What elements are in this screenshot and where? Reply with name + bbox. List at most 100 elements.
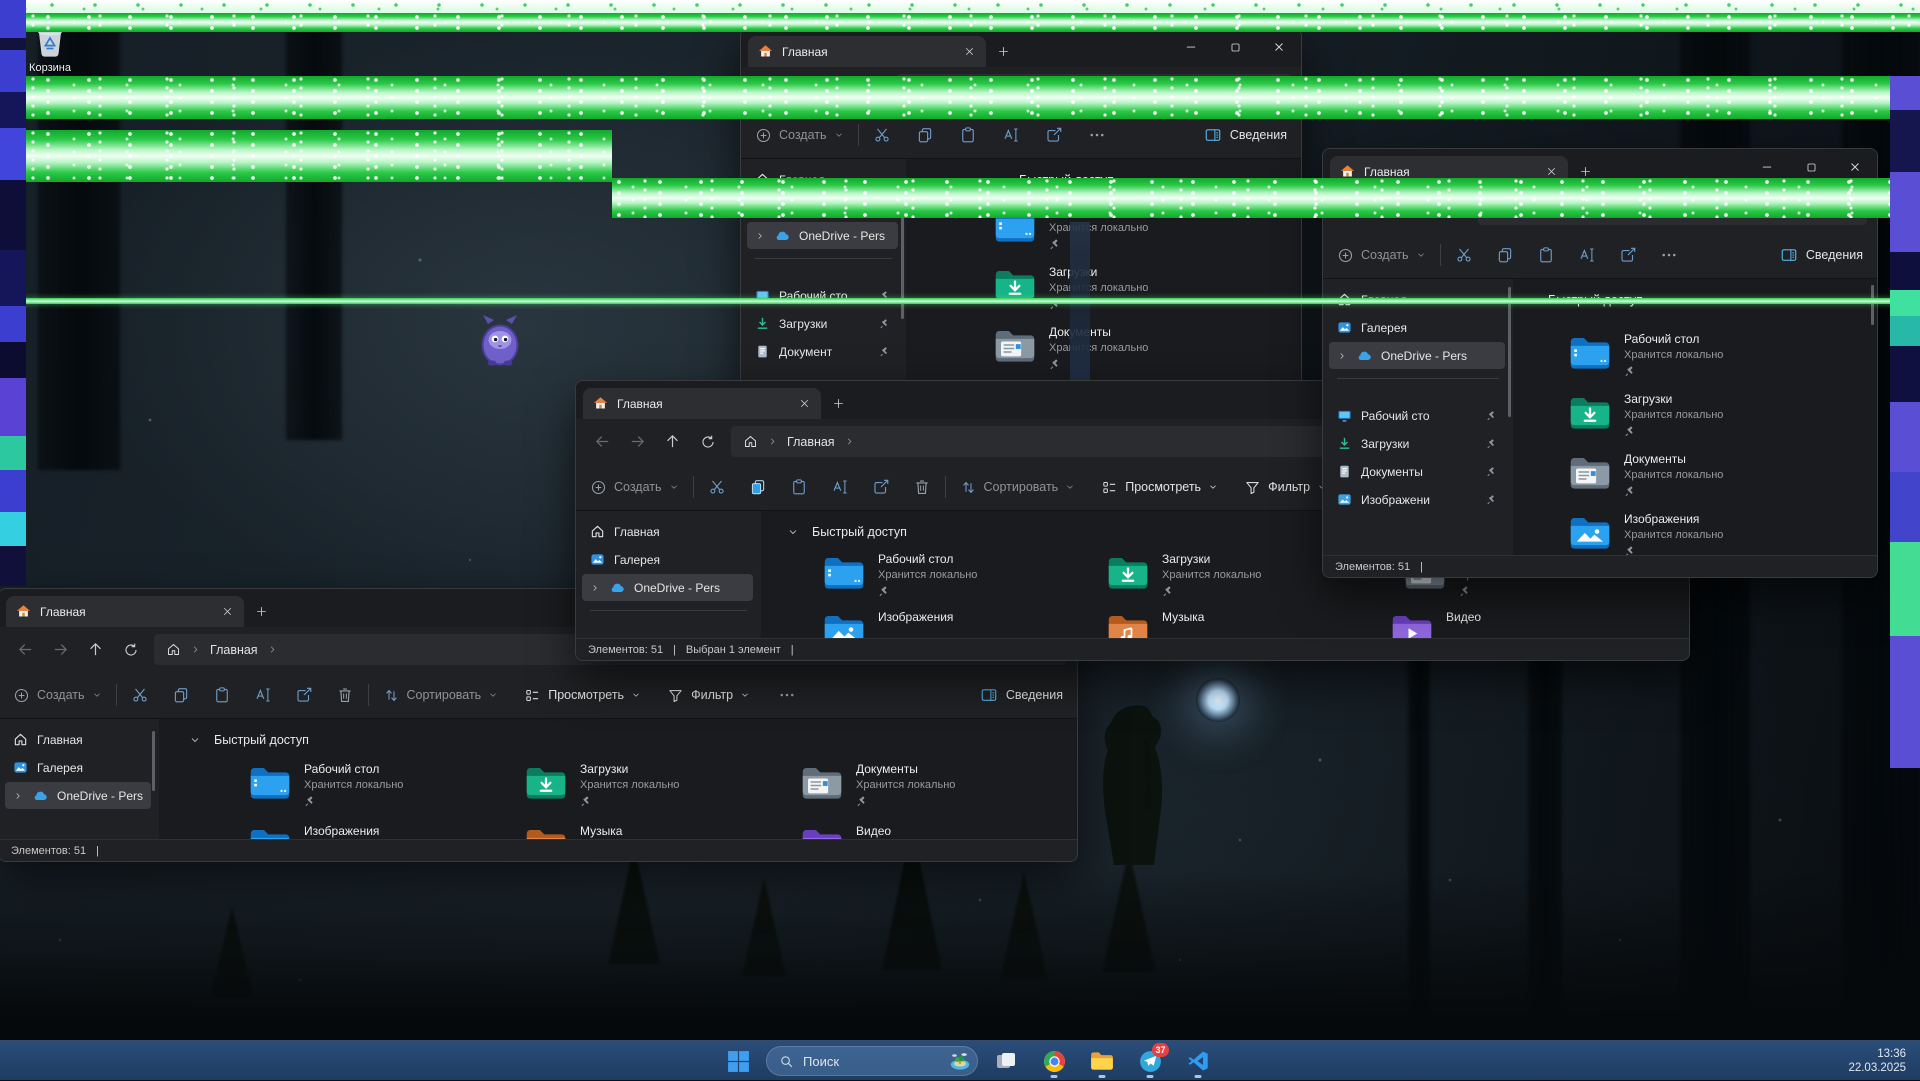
- copy-icon-active[interactable]: [749, 478, 767, 496]
- more-options-icon[interactable]: [1088, 126, 1106, 144]
- quick-access-tile-desktop[interactable]: Рабочий столХранится локально: [994, 204, 1301, 250]
- sidebar-item-onedrive[interactable]: OneDrive - Pers: [747, 222, 898, 249]
- w2-back-button[interactable]: [1333, 193, 1366, 226]
- recycle-bin-desktop-icon[interactable]: Корзина: [20, 24, 80, 74]
- quick-access-tile-music[interactable]: Музыка: [525, 823, 801, 839]
- w3-create-button[interactable]: Создать: [590, 479, 679, 496]
- w2-maximize-button[interactable]: [1789, 149, 1833, 185]
- breadcrumb-segment[interactable]: Главная: [1534, 203, 1582, 217]
- quick-access-tile-images[interactable]: ИзображенияХранится локально: [1569, 511, 1877, 555]
- w3-tab-home[interactable]: Главная: [583, 388, 821, 419]
- quick-access-tile-video[interactable]: Видео: [801, 823, 1077, 839]
- w1-create-button[interactable]: Создать: [755, 127, 844, 144]
- copy-icon[interactable]: [172, 686, 190, 704]
- tab-close-icon[interactable]: [1545, 165, 1558, 178]
- w1-breadcrumb[interactable]: Главная: [896, 74, 1291, 105]
- cut-icon[interactable]: [1455, 246, 1473, 264]
- w2-new-tab-button[interactable]: [1568, 156, 1602, 187]
- quick-access-tile-desktop[interactable]: Рабочий столХранится локально: [823, 551, 1107, 597]
- rename-icon[interactable]: [254, 686, 272, 704]
- sidebar-item-downloads[interactable]: Загрузки: [1329, 430, 1505, 457]
- cut-icon[interactable]: [131, 686, 149, 704]
- sidebar-item-onedrive[interactable]: OneDrive - Pers: [5, 782, 151, 809]
- quick-access-header[interactable]: Быстрый доступ: [1523, 289, 1877, 311]
- sidebar-item-gallery[interactable]: Галерея: [582, 546, 753, 573]
- rename-icon[interactable]: [1578, 246, 1596, 264]
- w4-sort-button[interactable]: Сортировать: [383, 687, 499, 704]
- quick-access-tile-music[interactable]: Музыка: [1107, 609, 1391, 638]
- w3-forward-button[interactable]: [621, 425, 654, 458]
- w4-up-button[interactable]: [79, 633, 112, 666]
- start-button[interactable]: [718, 1041, 758, 1081]
- w4-new-tab-button[interactable]: [244, 596, 278, 627]
- sidebar-scrollbar[interactable]: [1508, 287, 1511, 417]
- tab-close-icon[interactable]: [963, 45, 976, 58]
- w4-tab-home[interactable]: Главная: [6, 596, 244, 627]
- w1-close-button[interactable]: [1257, 29, 1301, 65]
- w2-refresh-button[interactable]: [1438, 193, 1471, 226]
- w2-details-button[interactable]: Сведения: [1780, 246, 1863, 264]
- taskbar-vscode[interactable]: [1178, 1041, 1218, 1081]
- taskbar-chrome[interactable]: [1034, 1041, 1074, 1081]
- tab-close-icon[interactable]: [221, 605, 234, 618]
- share-icon[interactable]: [872, 478, 890, 496]
- w4-refresh-button[interactable]: [114, 633, 147, 666]
- search-box[interactable]: Поиск: [766, 1046, 978, 1076]
- copy-icon[interactable]: [1496, 246, 1514, 264]
- w4-filter-button[interactable]: Фильтр: [667, 687, 750, 704]
- w4-forward-button[interactable]: [44, 633, 77, 666]
- w3-view-button[interactable]: Просмотреть: [1101, 479, 1218, 496]
- w1-tab-home[interactable]: Главная: [748, 36, 986, 67]
- sidebar-item-documents[interactable]: Документ: [747, 338, 898, 365]
- quick-access-tile-video[interactable]: Видео: [1391, 609, 1675, 638]
- explorer-window-1[interactable]: Главная Главная Создать: [740, 28, 1302, 430]
- w3-filter-button[interactable]: Фильтр: [1244, 479, 1327, 496]
- w4-details-button[interactable]: Сведения: [980, 686, 1063, 704]
- breadcrumb-segment[interactable]: Главная: [952, 83, 1000, 97]
- w1-forward-button[interactable]: [786, 73, 819, 106]
- w3-refresh-button[interactable]: [691, 425, 724, 458]
- quick-access-tile-images[interactable]: Изображения: [249, 823, 525, 839]
- share-icon[interactable]: [1045, 126, 1063, 144]
- quick-access-tile-downloads[interactable]: ЗагрузкиХранится локально: [994, 264, 1301, 310]
- w4-back-button[interactable]: [9, 633, 42, 666]
- taskbar-file-explorer[interactable]: [1082, 1041, 1122, 1081]
- quick-access-tile-images[interactable]: Изображения: [823, 609, 1107, 638]
- w2-close-button[interactable]: [1833, 149, 1877, 185]
- trash-icon[interactable]: [336, 686, 354, 704]
- sidebar-scrollbar[interactable]: [901, 214, 904, 319]
- content-scrollbar[interactable]: [1871, 285, 1874, 325]
- quick-access-tile-documents[interactable]: ДокументыХранится локально: [1569, 451, 1877, 497]
- breadcrumb-segment[interactable]: Главная: [210, 643, 258, 657]
- w3-back-button[interactable]: [586, 425, 619, 458]
- taskbar-clock[interactable]: 13:36 22.03.2025: [1848, 1047, 1906, 1075]
- quick-access-tile-downloads[interactable]: ЗагрузкиХранится локально: [525, 761, 801, 807]
- trash-icon[interactable]: [913, 478, 931, 496]
- w4-view-button[interactable]: Просмотреть: [524, 687, 641, 704]
- paste-icon[interactable]: [213, 686, 231, 704]
- desktop-pet-sprite[interactable]: [476, 314, 524, 368]
- cut-icon[interactable]: [708, 478, 726, 496]
- w2-up-button[interactable]: [1403, 193, 1436, 226]
- quick-access-tile-documents[interactable]: ДокументыХранится локально: [994, 324, 1301, 370]
- sidebar-item-gallery[interactable]: Галерея: [1329, 314, 1505, 341]
- copy-icon[interactable]: [916, 126, 934, 144]
- w2-breadcrumb[interactable]: Главная: [1478, 194, 1867, 225]
- explorer-window-2[interactable]: Главная Главная Создать: [1322, 148, 1878, 578]
- sidebar-item-images[interactable]: Изображени: [1329, 486, 1505, 513]
- w2-forward-button[interactable]: [1368, 193, 1401, 226]
- quick-access-tile-documents[interactable]: ДокументыХранится локально: [801, 761, 1077, 807]
- w2-create-button[interactable]: Создать: [1337, 247, 1426, 264]
- sidebar-item-home[interactable]: Главная: [5, 726, 151, 753]
- w1-refresh-button[interactable]: [856, 73, 889, 106]
- w1-back-button[interactable]: [751, 73, 784, 106]
- sidebar-scrollbar[interactable]: [152, 731, 155, 791]
- task-view-button[interactable]: [986, 1041, 1026, 1081]
- sidebar-item-gallery[interactable]: Галерея: [747, 194, 898, 221]
- share-icon[interactable]: [295, 686, 313, 704]
- paste-icon[interactable]: [1537, 246, 1555, 264]
- breadcrumb-segment[interactable]: Главная: [787, 435, 835, 449]
- quick-access-header[interactable]: Быстрый доступ: [994, 169, 1301, 191]
- cut-icon[interactable]: [873, 126, 891, 144]
- w2-tab-home[interactable]: Главная: [1330, 156, 1568, 187]
